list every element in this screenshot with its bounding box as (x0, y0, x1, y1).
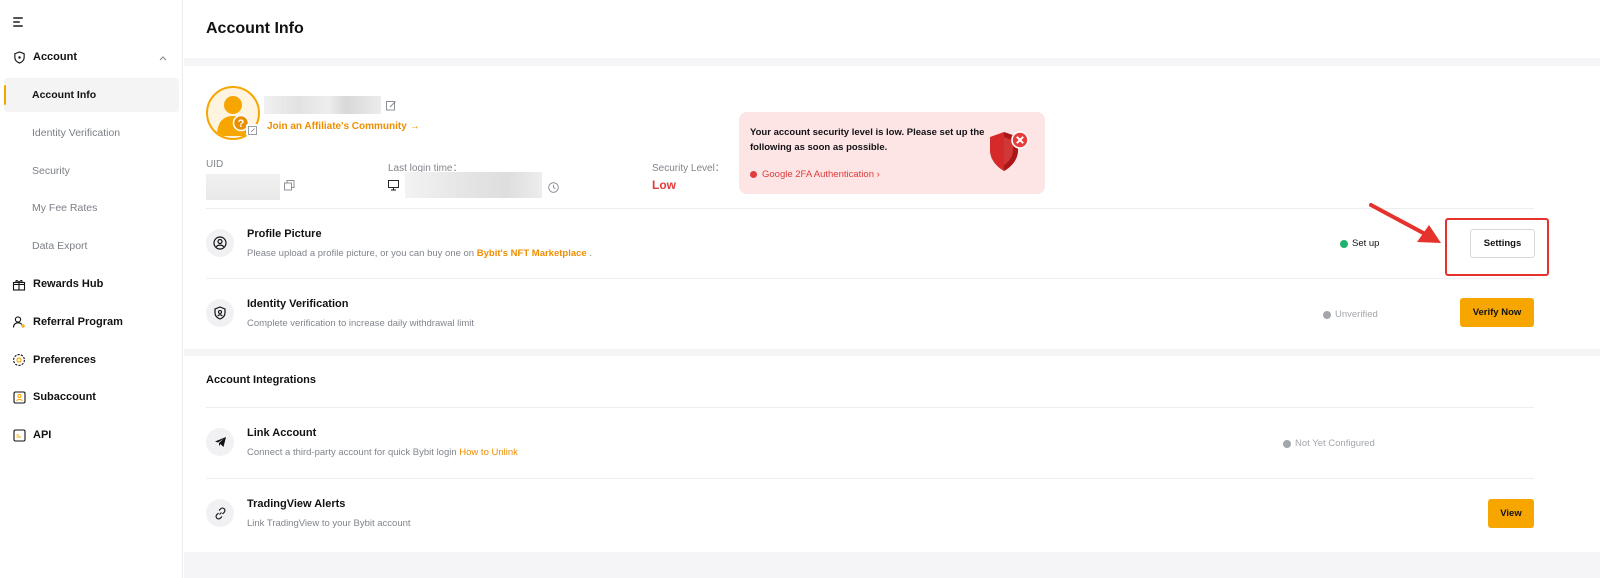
sidebar-item-label: Account Info (32, 89, 97, 101)
shield-icon (12, 50, 26, 64)
menu-collapse-icon[interactable] (13, 17, 23, 27)
svg-text:?: ? (238, 118, 245, 130)
sidebar-item-label: Preferences (33, 354, 96, 366)
how-to-unlink-link[interactable]: How to Unlink (459, 447, 518, 458)
avatar-edit-icon[interactable] (246, 124, 258, 136)
sidebar-item-label: Identity Verification (32, 127, 121, 139)
alert-dot-icon (750, 171, 757, 178)
sidebar-item-api[interactable]: API (0, 418, 183, 452)
description-text: . (586, 248, 592, 259)
tradingview-alerts-title: TradingView Alerts (247, 498, 346, 510)
gear-icon (12, 353, 26, 367)
annotation-highlight-box (1445, 218, 1549, 276)
sidebar-item-account-info[interactable]: Account Info (4, 78, 179, 112)
security-level-value: Low (652, 178, 676, 192)
sidebar-item-fee-rates[interactable]: My Fee Rates (4, 191, 179, 225)
google-2fa-link-label: Google 2FA Authentication › (762, 169, 880, 180)
security-level-label: Security Level： (652, 163, 725, 174)
clock-icon (548, 180, 559, 198)
sidebar-item-subaccount[interactable]: Subaccount (0, 380, 183, 414)
uid-label: UID (206, 159, 224, 170)
section-title: Account Integrations (206, 374, 317, 386)
status-badge: Not Yet Configured (1283, 438, 1375, 449)
sidebar-item-label: Subaccount (33, 391, 96, 403)
status-text: Not Yet Configured (1295, 438, 1375, 449)
sidebar-item-referral-program[interactable]: Referral Program (0, 305, 183, 339)
id-card-icon (12, 390, 26, 404)
affiliate-community-link[interactable]: Join an Affiliate's Community → (267, 121, 420, 132)
profile-picture-description: Please upload a profile picture, or you … (247, 248, 592, 259)
description-text: Please upload a profile picture, or you … (247, 248, 477, 259)
main-content: Account Info ? Join an Affiliate's Commu… (184, 0, 1600, 578)
profile-picture-row: Profile Picture Please upload a profile … (206, 209, 1535, 279)
sidebar-item-data-export[interactable]: Data Export (4, 229, 179, 263)
copy-icon[interactable] (284, 178, 295, 196)
status-badge: Unverified (1323, 309, 1378, 320)
sidebar-item-label: Security (32, 165, 70, 177)
link-account-row: Link Account Connect a third-party accou… (206, 408, 1534, 478)
link-account-title: Link Account (247, 427, 317, 439)
page-header: Account Info (184, 0, 1600, 58)
tradingview-alerts-description: Link TradingView to your Bybit account (247, 518, 411, 529)
chevron-up-icon (159, 52, 167, 64)
sidebar-item-security[interactable]: Security (4, 154, 179, 188)
sidebar-item-account[interactable]: Account (0, 40, 183, 74)
api-icon (12, 428, 26, 442)
google-2fa-link[interactable]: Google 2FA Authentication › (750, 169, 880, 180)
username-redacted (264, 96, 381, 114)
uid-value-redacted (206, 174, 280, 200)
nft-marketplace-link[interactable]: Bybit's NFT Marketplace (477, 248, 587, 259)
profile-picture-title: Profile Picture (247, 228, 322, 240)
security-tip-banner: Your account security level is low. Plea… (739, 112, 1045, 194)
sidebar-item-preferences[interactable]: Preferences (0, 343, 183, 377)
sidebar-item-label: Data Export (32, 240, 88, 252)
identity-verification-title: Identity Verification (247, 298, 349, 310)
info-dot-icon (1323, 310, 1331, 319)
tradingview-alerts-row: TradingView Alerts Link TradingView to y… (206, 479, 1534, 549)
sidebar-item-label: API (33, 429, 52, 441)
success-dot-icon (1340, 239, 1348, 248)
shield-warning-icon (987, 128, 1031, 179)
telegram-icon (206, 428, 234, 456)
annotation-arrow-icon (1369, 203, 1441, 243)
sidebar-item-identity-verification[interactable]: Identity Verification (4, 116, 179, 150)
user-circle-icon (206, 229, 234, 257)
monitor-icon (388, 178, 399, 196)
sidebar-item-label: My Fee Rates (32, 202, 98, 214)
sidebar-item-label: Account (33, 51, 77, 63)
status-text: Unverified (1335, 309, 1378, 320)
user-plus-icon (12, 315, 26, 329)
link-account-description: Connect a third-party account for quick … (247, 447, 518, 458)
gift-icon (12, 277, 26, 291)
sidebar: Account Account Info Identity Verificati… (0, 0, 183, 578)
security-tip-message: Your account security level is low. Plea… (750, 127, 985, 153)
link-icon (206, 499, 234, 527)
identity-verification-description: Complete verification to increase daily … (247, 318, 475, 329)
last-login-redacted (405, 172, 542, 198)
sidebar-item-label: Rewards Hub (33, 278, 104, 290)
view-button[interactable]: View (1488, 499, 1534, 528)
identity-verification-row: Identity Verification Complete verificat… (206, 279, 1534, 349)
sidebar-item-label: Referral Program (33, 316, 123, 328)
sidebar-item-rewards-hub[interactable]: Rewards Hub (0, 267, 183, 301)
description-text: Connect a third-party account for quick … (247, 447, 460, 458)
edit-name-icon[interactable] (386, 98, 397, 116)
id-badge-icon (206, 299, 234, 327)
verify-now-button[interactable]: Verify Now (1460, 298, 1534, 327)
page-title: Account Info (206, 20, 304, 37)
info-dot-icon (1283, 439, 1291, 448)
account-integrations-card: Account Integrations Link Account Connec… (184, 356, 1600, 552)
